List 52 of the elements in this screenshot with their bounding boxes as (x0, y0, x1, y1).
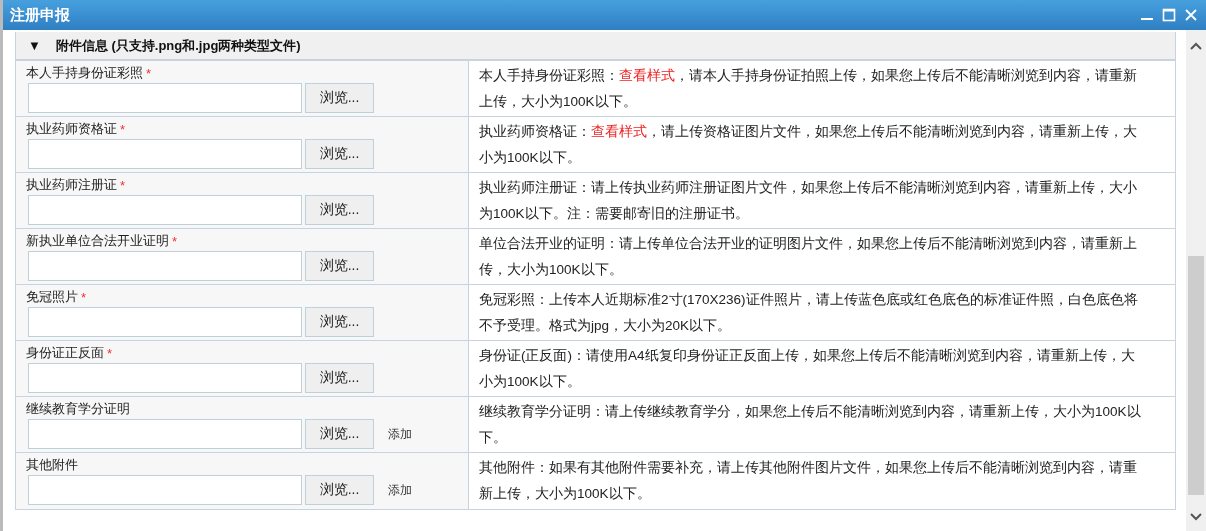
field-label: 本人手持身份证彩照 (26, 64, 143, 82)
add-link[interactable]: 添加 (388, 425, 412, 443)
upload-instructions: 执业药师资格证：查看样式，请上传资格证图片文件，如果您上传后不能清晰浏览到内容，请重新上传，大小为100K以下。 (479, 122, 1138, 167)
browse-button[interactable]: 浏览... (305, 419, 374, 449)
field-label: 执业药师注册证 (26, 176, 117, 194)
file-path-field[interactable] (28, 419, 302, 449)
section-header[interactable]: ▼ 附件信息 (只支持.png和.jpg两种类型文件) (16, 32, 1175, 61)
required-mark: * (146, 65, 152, 81)
required-mark: * (120, 121, 126, 137)
field-label: 其他附件 (26, 456, 78, 474)
scrollbar[interactable] (1186, 30, 1206, 531)
browse-button[interactable]: 浏览... (305, 251, 374, 281)
view-sample-link[interactable]: 查看样式 (619, 67, 675, 83)
file-path-field[interactable] (28, 307, 302, 337)
section-title: 附件信息 (只支持.png和.jpg两种类型文件) (55, 36, 301, 55)
required-mark: * (107, 345, 113, 361)
file-path-field[interactable] (28, 475, 302, 505)
upload-instructions: 其他附件：如果有其他附件需要补充，请上传其他附件图片文件，如果您上传后不能清晰浏览到内容，请重新上传，大小为100K以下。 (479, 459, 1138, 503)
browse-button[interactable]: 浏览... (305, 195, 374, 225)
browse-button[interactable]: 浏览... (305, 363, 374, 393)
upload-instructions: 本人手持身份证彩照：查看样式，请本人手持身份证拍照上传，如果您上传后不能清晰浏览到内容，请重新上传，大小为100K以下。 (479, 66, 1138, 111)
scrollbar-thumb[interactable] (1188, 256, 1204, 495)
upload-instructions: 单位合法开业的证明：请上传单位合法开业的证明图片文件，如果您上传后不能清晰浏览到内容，请重新上传，大小为100K以下。 (479, 234, 1138, 279)
file-path-field[interactable] (28, 83, 302, 113)
field-label: 执业药师资格证 (26, 120, 117, 138)
close-icon[interactable] (1184, 8, 1198, 22)
upload-instructions: 执业药师注册证：请上传执业药师注册证图片文件，如果您上传后不能清晰浏览到内容，请重新上传，大小为100K以下。注：需要邮寄旧的注册证书。 (479, 178, 1138, 223)
scroll-down-icon[interactable] (1190, 513, 1202, 521)
file-path-field[interactable] (28, 139, 302, 169)
browse-button[interactable]: 浏览... (305, 83, 374, 113)
browse-button[interactable]: 浏览... (305, 475, 374, 505)
browse-button[interactable]: 浏览... (305, 139, 374, 169)
field-label: 继续教育学分证明 (26, 400, 130, 418)
upload-instructions: 继续教育学分证明：请上传继续教育学分，如果您上传后不能清晰浏览到内容，请重新上传，大小为100K以下。 (479, 402, 1142, 447)
required-mark: * (120, 177, 126, 193)
field-label: 免冠照片 (26, 288, 78, 306)
file-path-field[interactable] (28, 195, 302, 225)
field-label: 身份证正反面 (26, 344, 104, 362)
maximize-icon[interactable] (1162, 8, 1176, 22)
upload-instructions: 身份证(正反面)：请使用A4纸复印身份证正反面上传，如果您上传后不能清晰浏览到内容，请重新上传，大小为100K以下。 (479, 346, 1136, 391)
add-link[interactable]: 添加 (388, 481, 412, 499)
file-path-field[interactable] (28, 363, 302, 393)
view-sample-link[interactable]: 查看样式 (591, 123, 647, 139)
file-path-field[interactable] (28, 251, 302, 281)
browse-button[interactable]: 浏览... (305, 307, 374, 337)
required-mark: * (81, 289, 87, 305)
collapse-toggle[interactable]: ▼ (28, 38, 41, 53)
upload-instructions: 免冠彩照：上传本人近期标准2寸(170X236)证件照片，请上传蓝色底或红色底色的标准证件照，白色底色将不予受理。格式为jpg，大小为20K以下。 (479, 290, 1139, 335)
field-label: 新执业单位合法开业证明 (26, 232, 169, 250)
required-mark: * (172, 233, 178, 249)
scroll-up-icon[interactable] (1190, 42, 1202, 50)
window-title: 注册申报 (10, 5, 70, 25)
